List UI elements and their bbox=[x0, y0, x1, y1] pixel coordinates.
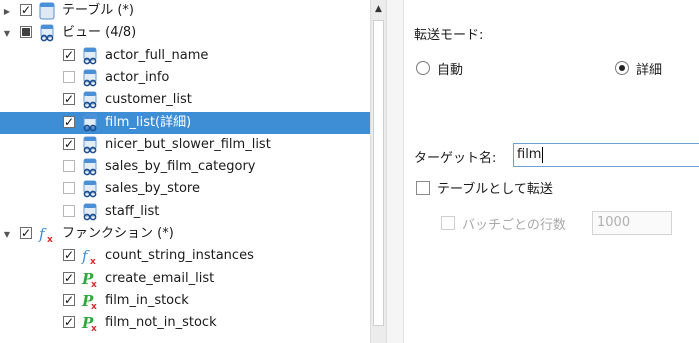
mode-detail-label[interactable]: 詳細 bbox=[636, 59, 662, 78]
tree-item[interactable]: ✓ customer_list bbox=[0, 89, 370, 111]
tree-item-label[interactable]: actor_info bbox=[105, 67, 169, 89]
svg-text:x: x bbox=[90, 257, 96, 265]
svg-text:x: x bbox=[91, 324, 97, 332]
tree-item[interactable]: ✓ f x count_string_instances bbox=[0, 245, 370, 267]
procedure-icon: Px bbox=[81, 270, 99, 290]
splitter[interactable] bbox=[387, 0, 404, 343]
view-icon bbox=[81, 69, 99, 87]
tree-item-label[interactable]: create_email_list bbox=[105, 268, 214, 290]
tree-item-checkbox[interactable]: ✓ bbox=[20, 4, 32, 16]
svg-text:f: f bbox=[38, 225, 47, 243]
tree-item-checkbox[interactable] bbox=[63, 182, 75, 195]
view-icon bbox=[81, 158, 99, 176]
tree-item[interactable]: ✓ actor_full_name bbox=[0, 45, 370, 67]
function-icon: fx bbox=[38, 225, 56, 245]
tree-item-checkbox[interactable]: ✓ bbox=[20, 227, 32, 239]
procedure-icon: Px bbox=[81, 292, 99, 312]
collapse-right-arrow-icon[interactable]: ▶ bbox=[2, 0, 12, 22]
tree-item-label[interactable]: actor_full_name bbox=[105, 45, 208, 67]
view-icon bbox=[81, 136, 99, 154]
view-icon bbox=[81, 114, 99, 132]
object-tree: ▶ ✓ テーブル (*) ▼ ビュー (4/8) ✓ actor_full_name acto… bbox=[0, 0, 370, 343]
tree-item-label[interactable]: customer_list bbox=[105, 89, 192, 111]
tree-item-checkbox[interactable] bbox=[20, 26, 32, 39]
tree-item-label[interactable]: sales_by_film_category bbox=[105, 156, 255, 178]
tree-item[interactable]: ✓ Px create_email_list bbox=[0, 268, 370, 290]
tree-item-label[interactable]: film_list(詳細) bbox=[105, 112, 191, 134]
tree-item-checkbox[interactable] bbox=[63, 160, 75, 173]
tree-item[interactable]: ✓ nicer_but_slower_film_list bbox=[0, 134, 370, 156]
target-name-value[interactable]: film bbox=[517, 144, 541, 166]
tree-item-label[interactable]: staff_list bbox=[105, 201, 159, 223]
rows-per-batch-checkbox[interactable] bbox=[441, 216, 455, 230]
expand-down-arrow-icon[interactable]: ▼ bbox=[2, 22, 12, 44]
mode-auto-label[interactable]: 自動 bbox=[437, 59, 463, 78]
expand-down-arrow-icon[interactable]: ▼ bbox=[2, 223, 12, 245]
svg-text:x: x bbox=[91, 280, 97, 288]
tree-item-checkbox[interactable] bbox=[63, 70, 75, 83]
view-icon bbox=[38, 24, 56, 42]
tree-item[interactable]: ▼ ✓ f x ファンクション (*) bbox=[0, 223, 370, 245]
function-icon: fx bbox=[81, 247, 99, 267]
tree-item-checkbox[interactable]: ✓ bbox=[63, 271, 75, 284]
tree-item-checkbox[interactable] bbox=[63, 204, 75, 217]
tree-item-label[interactable]: count_string_instances bbox=[105, 245, 254, 267]
tree-item-checkbox[interactable]: ✓ bbox=[63, 48, 75, 61]
transfer-settings-panel: 転送モード: 自動 詳細 ターゲット名: film テーブルとして転送 バッチご… bbox=[404, 0, 699, 343]
tree-item[interactable]: sales_by_store bbox=[0, 178, 370, 200]
tree-item[interactable]: ✓ film_list(詳細) bbox=[0, 111, 370, 134]
tree-item-checkbox[interactable]: ✓ bbox=[63, 93, 75, 106]
tree-item-checkbox[interactable]: ✓ bbox=[63, 137, 75, 150]
tree-item-label[interactable]: film_not_in_stock bbox=[105, 312, 217, 334]
view-icon bbox=[81, 203, 99, 221]
svg-text:f: f bbox=[81, 247, 90, 265]
transfer-as-table-checkbox[interactable] bbox=[416, 181, 430, 195]
tree-item-checkbox[interactable]: ✓ bbox=[63, 249, 75, 262]
tree-item-label[interactable]: sales_by_store bbox=[105, 178, 200, 200]
text-caret bbox=[542, 147, 543, 163]
tree-scrollbar[interactable]: ▲ bbox=[370, 0, 387, 343]
mode-detail-radio[interactable] bbox=[615, 61, 629, 75]
target-name-label: ターゲット名: bbox=[414, 151, 497, 166]
rows-per-batch-value[interactable]: 1000 bbox=[597, 212, 630, 234]
tree-item-checkbox[interactable]: ✓ bbox=[63, 293, 75, 306]
tree-item-label[interactable]: ビュー (4/8) bbox=[62, 22, 136, 44]
tree-item[interactable]: ✓ Px film_in_stock bbox=[0, 290, 370, 312]
scroll-down-arrow-icon[interactable] bbox=[371, 326, 386, 343]
transfer-mode-label: 転送モード: bbox=[414, 28, 484, 43]
tree-item[interactable]: sales_by_film_category bbox=[0, 156, 370, 178]
tree-item-label[interactable]: ファンクション (*) bbox=[62, 223, 174, 245]
tree-item[interactable]: ✓ Px film_not_in_stock bbox=[0, 312, 370, 334]
tree-item[interactable]: ▼ ビュー (4/8) bbox=[0, 22, 370, 44]
tree-item[interactable]: actor_info bbox=[0, 67, 370, 89]
rows-per-batch-label: バッチごとの行数 bbox=[462, 218, 566, 233]
view-icon bbox=[81, 47, 99, 65]
svg-text:x: x bbox=[91, 302, 97, 310]
tree-item[interactable]: staff_list bbox=[0, 201, 370, 223]
tree-item-checkbox[interactable]: ✓ bbox=[63, 115, 75, 128]
scrollbar-thumb[interactable] bbox=[373, 20, 384, 326]
view-icon bbox=[81, 180, 99, 198]
transfer-as-table-label[interactable]: テーブルとして転送 bbox=[437, 178, 553, 197]
target-name-input[interactable]: film bbox=[513, 143, 699, 167]
table-icon bbox=[38, 2, 56, 20]
tree-item-label[interactable]: nicer_but_slower_film_list bbox=[105, 134, 271, 156]
tree-item-label[interactable]: film_in_stock bbox=[105, 290, 189, 312]
rows-per-batch-input[interactable]: 1000 bbox=[592, 211, 672, 235]
procedure-icon: Px bbox=[81, 314, 99, 334]
tree-item-checkbox[interactable]: ✓ bbox=[63, 316, 75, 329]
mode-auto-radio[interactable] bbox=[416, 61, 430, 75]
tree-item[interactable]: ▶ ✓ テーブル (*) bbox=[0, 0, 370, 22]
scroll-up-arrow-icon[interactable]: ▲ bbox=[371, 0, 386, 17]
tree-item-label[interactable]: テーブル (*) bbox=[62, 0, 134, 22]
svg-text:x: x bbox=[47, 235, 53, 243]
view-icon bbox=[81, 91, 99, 109]
